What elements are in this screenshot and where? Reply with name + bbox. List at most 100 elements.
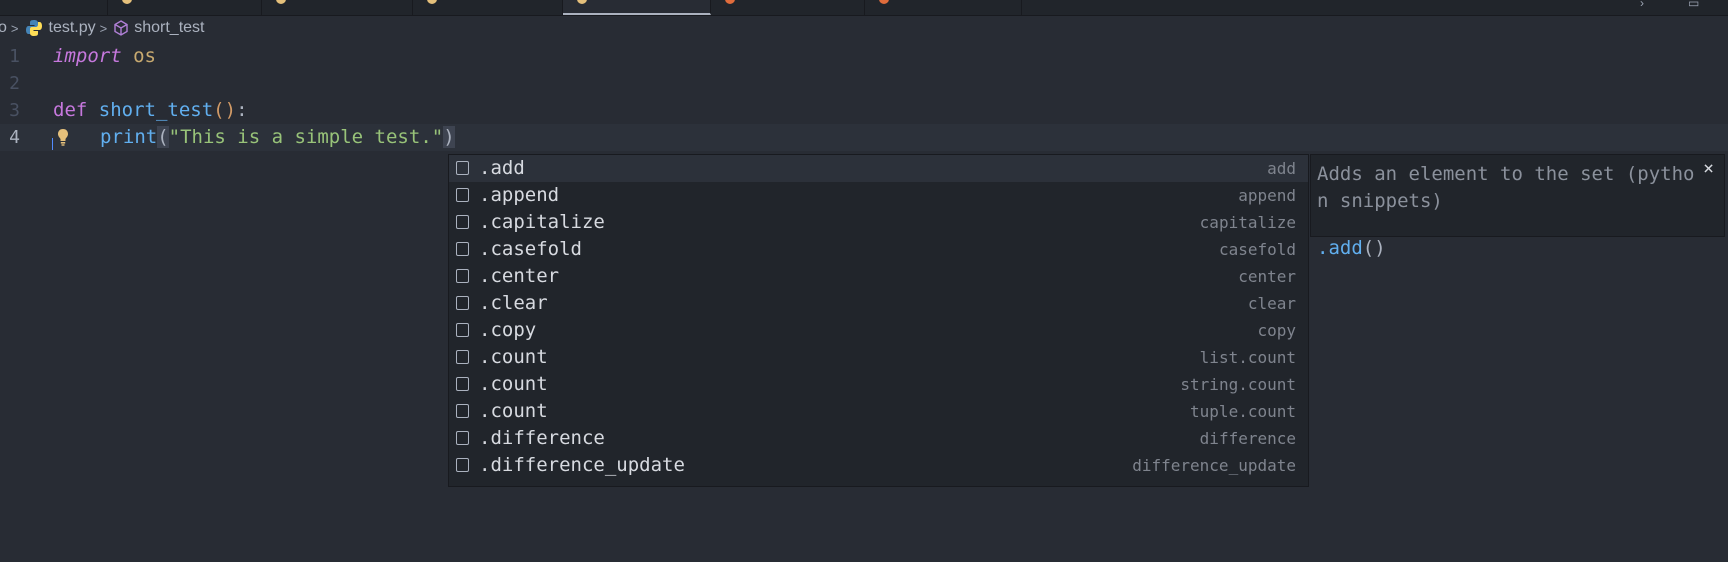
suggestion-item[interactable]: .difference_update difference_update	[449, 452, 1308, 479]
string-literal: "This is a simple test."	[168, 126, 444, 148]
python-icon	[25, 20, 42, 36]
snippet-icon	[456, 431, 469, 445]
python-file-icon	[122, 0, 132, 4]
suggestion-detail: difference_update	[1132, 456, 1296, 475]
suggestion-detail: copy	[1257, 321, 1296, 340]
run-icon[interactable]: ›	[1640, 0, 1644, 10]
tab-active[interactable]	[563, 0, 711, 15]
snippet-icon	[456, 350, 469, 364]
line-number: 3	[9, 100, 20, 121]
line-number: 4	[9, 127, 20, 148]
function-name: short_test	[98, 99, 214, 121]
close-icon[interactable]: ×	[1703, 158, 1714, 179]
python-file-icon	[276, 0, 286, 4]
suggestion-detail: clear	[1247, 294, 1296, 313]
chevron-right-icon: >	[10, 20, 19, 36]
tab-7[interactable]	[865, 0, 1022, 15]
paren: (	[213, 99, 225, 121]
suggestion-label: .append	[479, 184, 560, 206]
breadcrumb-prefix[interactable]: o	[0, 19, 7, 37]
suggestion-label: .count	[479, 400, 548, 422]
chevron-right-icon: >	[99, 20, 108, 36]
suggestion-detail: capitalize	[1199, 213, 1296, 232]
signature-parens: ()	[1362, 237, 1386, 259]
snippet-icon	[456, 269, 469, 283]
suggestion-item[interactable]: .count list.count	[449, 344, 1308, 371]
function-call: print	[100, 126, 158, 148]
code-line[interactable]: 1 import os	[0, 43, 1728, 70]
suggestion-item[interactable]: .clear clear	[449, 290, 1308, 317]
suggestion-item[interactable]: .center center	[449, 263, 1308, 290]
suggestion-item[interactable]: .casefold casefold	[449, 236, 1308, 263]
breadcrumb: o > test.py > short_test	[0, 16, 1728, 40]
lightbulb-icon[interactable]	[56, 127, 70, 147]
suggestion-label: .casefold	[479, 238, 582, 260]
method-cube-icon	[114, 20, 128, 36]
snippet-icon	[456, 242, 469, 256]
tab-bar: › ▭	[0, 0, 1728, 16]
paren: (	[157, 126, 169, 148]
suggestion-details-panel: Adds an element to the set (python snipp…	[1310, 154, 1725, 259]
snippet-icon	[456, 188, 469, 202]
suggestion-label: .copy	[479, 319, 537, 341]
colon: :	[236, 99, 248, 121]
tab-6[interactable]	[711, 0, 865, 15]
signature-name: .add	[1317, 237, 1363, 259]
suggestion-detail: casefold	[1218, 240, 1296, 259]
paren: )	[224, 99, 237, 121]
suggestion-detail: center	[1238, 267, 1296, 286]
line-number: 2	[9, 73, 20, 94]
suggestion-detail: add	[1267, 159, 1296, 178]
keyword: def	[53, 99, 88, 121]
file-icon	[725, 0, 735, 4]
suggestion-label: .count	[479, 346, 548, 368]
suggestion-label: .difference	[479, 427, 605, 449]
snippet-icon	[456, 458, 469, 472]
paren: )	[443, 126, 455, 148]
line-number: 1	[9, 46, 20, 67]
suggestion-item[interactable]: .copy copy	[449, 317, 1308, 344]
keyword: import	[53, 45, 122, 67]
breadcrumb-file[interactable]: test.py	[49, 19, 96, 37]
snippet-icon	[456, 296, 469, 310]
suggestion-item[interactable]: .count string.count	[449, 371, 1308, 398]
code-line[interactable]: 3 def short_test():	[0, 97, 1728, 124]
suggestion-label: .count	[479, 373, 548, 395]
snippet-icon	[456, 404, 469, 418]
suggestion-label: .clear	[479, 292, 548, 314]
snippet-icon	[456, 377, 469, 391]
suggestion-item[interactable]: .difference difference	[449, 425, 1308, 452]
suggestion-widget: .add add .append append .capitalize capital…	[448, 154, 1309, 487]
snippet-icon	[456, 161, 469, 175]
python-file-icon	[427, 0, 437, 4]
suggestion-item[interactable]: .count tuple.count	[449, 398, 1308, 425]
breadcrumb-symbol[interactable]: short_test	[134, 19, 204, 37]
suggestion-detail: string.count	[1180, 375, 1296, 394]
suggestion-label: .difference_update	[479, 454, 685, 476]
suggestion-item[interactable]: .append append	[449, 182, 1308, 209]
module-name: os	[121, 45, 156, 67]
suggestion-description: Adds an element to the set (python snipp…	[1317, 163, 1695, 212]
code-line-current[interactable]: 4 print("This is a simple test.")	[0, 124, 1728, 151]
indent-guide	[52, 138, 53, 150]
tab-4[interactable]	[413, 0, 563, 15]
suggestion-label: .add	[479, 157, 525, 179]
snippet-icon	[456, 215, 469, 229]
suggestion-detail: difference	[1199, 429, 1296, 448]
suggestion-signature: .add()	[1317, 235, 1386, 262]
split-editor-icon[interactable]: ▭	[1688, 0, 1699, 10]
python-file-icon	[577, 0, 587, 4]
snippet-icon	[456, 323, 469, 337]
suggestion-label: .center	[479, 265, 560, 287]
suggestion-item[interactable]: .capitalize capitalize	[449, 209, 1308, 236]
suggestion-detail: append	[1238, 186, 1296, 205]
suggestion-detail: list.count	[1199, 348, 1296, 367]
code-line[interactable]: 2	[0, 70, 1728, 97]
tab-3[interactable]	[262, 0, 413, 15]
tab-2[interactable]	[108, 0, 262, 15]
suggestion-detail: tuple.count	[1190, 402, 1296, 421]
suggestion-item[interactable]: .add add	[449, 155, 1308, 182]
suggestion-label: .capitalize	[479, 211, 605, 233]
tab-1[interactable]	[0, 0, 108, 15]
file-icon	[879, 0, 889, 4]
